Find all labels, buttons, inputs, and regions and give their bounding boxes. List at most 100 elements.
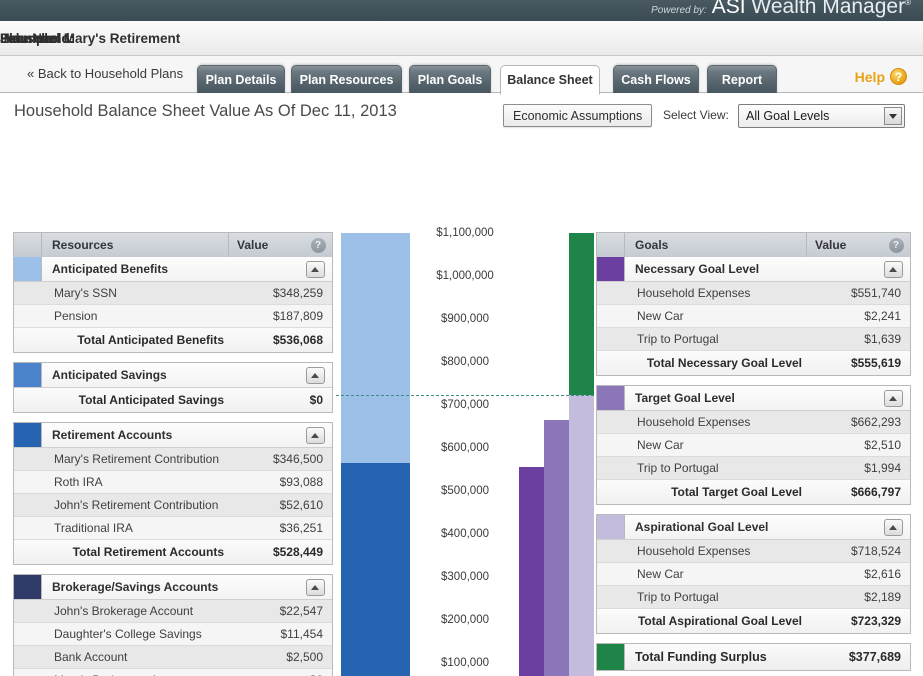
caret-up-icon[interactable]: [306, 579, 325, 596]
goals-bar-target-goal-level[interactable]: [544, 420, 569, 676]
resources-bar-segment[interactable]: [341, 463, 410, 676]
table-row[interactable]: John's Brokerage Account$22,547: [14, 600, 332, 623]
tab-plan-details[interactable]: Plan Details: [197, 65, 285, 94]
row-name: Mary's SSN: [42, 282, 232, 304]
group-color-swatch: [597, 386, 625, 410]
goals-bar-funding-surplus[interactable]: [569, 233, 594, 395]
row-name: Traditional IRA: [42, 517, 232, 539]
table-row[interactable]: Household Expenses$662,293: [597, 411, 910, 434]
table-row[interactable]: Mary's Retirement Contribution$346,500: [14, 448, 332, 471]
row-indent: [14, 669, 42, 676]
table-row[interactable]: John's Retirement Contribution$52,610: [14, 494, 332, 517]
tab-label: Cash Flows: [621, 73, 690, 87]
tab-report[interactable]: Report: [707, 65, 777, 94]
table-row[interactable]: Mary's SSN$348,259: [14, 282, 332, 305]
goals-bar-aspirational-goal-level[interactable]: [569, 395, 594, 676]
group-name: Necessary Goal Level: [625, 257, 876, 281]
group-collapse-cell[interactable]: [298, 423, 332, 447]
group-collapse-cell[interactable]: [298, 575, 332, 599]
powered-by-label: Powered by:: [651, 5, 707, 19]
group-name: Aspirational Goal Level: [625, 515, 876, 539]
economic-assumptions-button[interactable]: Economic Assumptions: [503, 104, 652, 127]
resources-group-header: Anticipated Benefits: [14, 257, 332, 282]
table-row[interactable]: Traditional IRA$36,251: [14, 517, 332, 540]
tab-label: Balance Sheet: [507, 73, 592, 87]
row-value: $187,809: [232, 305, 332, 327]
y-axis-tick-label: $800,000: [415, 356, 515, 368]
leaf-icon: [28, 0, 86, 2]
row-value: $1,639: [810, 328, 910, 350]
row-value: $718,524: [810, 540, 910, 562]
table-row[interactable]: Household Expenses$718,524: [597, 540, 910, 563]
row-value: $2,616: [810, 563, 910, 585]
table-row[interactable]: Daughter's College Savings$11,454: [14, 623, 332, 646]
goals-bar-necessary-goal-level[interactable]: [519, 467, 544, 676]
table-row[interactable]: Trip to Portugal$2,189: [597, 586, 910, 609]
tab-plan-goals[interactable]: Plan Goals: [409, 65, 491, 94]
group-name: Retirement Accounts: [42, 423, 298, 447]
help-link[interactable]: Help ?: [855, 68, 907, 85]
group-total-value: $555,619: [810, 351, 910, 375]
tab-plan-resources[interactable]: Plan Resources: [291, 65, 402, 94]
group-collapse-cell[interactable]: [876, 386, 910, 410]
caret-up-icon[interactable]: [884, 261, 903, 278]
table-row[interactable]: Pension$187,809: [14, 305, 332, 328]
content-area: Household Balance Sheet Value As Of Dec …: [0, 93, 923, 676]
row-name: Household Expenses: [625, 282, 810, 304]
tab-balance-sheet[interactable]: Balance Sheet: [500, 65, 600, 95]
back-to-household-plans-link[interactable]: « Back to Household Plans: [27, 66, 183, 81]
table-row[interactable]: Mary's Brokerage Account$0: [14, 669, 332, 676]
row-value: $346,500: [232, 448, 332, 470]
table-row[interactable]: New Car$2,616: [597, 563, 910, 586]
row-indent: [14, 328, 42, 352]
group-color-swatch: [597, 515, 625, 539]
value-help-cell[interactable]: ?: [304, 233, 332, 257]
table-row[interactable]: Household Expenses$551,740: [597, 282, 910, 305]
caret-up-icon[interactable]: [306, 427, 325, 444]
caret-up-icon[interactable]: [884, 519, 903, 536]
group-total-value: $528,449: [232, 540, 332, 564]
resources-stacked-bar[interactable]: [341, 233, 410, 676]
goals-group-header: Necessary Goal Level: [597, 257, 910, 282]
group-collapse-cell[interactable]: [298, 257, 332, 281]
row-value: $2,189: [810, 586, 910, 608]
value-help-cell[interactable]: ?: [882, 233, 910, 257]
row-indent: [597, 563, 625, 585]
table-row[interactable]: New Car$2,241: [597, 305, 910, 328]
row-name: New Car: [625, 563, 810, 585]
resources-panel: ResourcesValue?Anticipated BenefitsMary'…: [13, 232, 333, 676]
group-collapse-cell[interactable]: [876, 257, 910, 281]
row-indent: [14, 282, 42, 304]
y-axis-tick-label: $300,000: [415, 571, 515, 583]
total-funding-surplus-value: $377,689: [810, 644, 910, 670]
table-row[interactable]: Roth IRA$93,088: [14, 471, 332, 494]
group-collapse-cell[interactable]: [298, 363, 332, 387]
table-row[interactable]: Trip to Portugal$1,994: [597, 457, 910, 480]
table-row[interactable]: New Car$2,510: [597, 434, 910, 457]
goals-group-table: Aspirational Goal LevelHousehold Expense…: [596, 514, 911, 634]
resources-group-table: Retirement AccountsMary's Retirement Con…: [13, 422, 333, 565]
row-value: $551,740: [810, 282, 910, 304]
row-value: $2,241: [810, 305, 910, 327]
group-collapse-cell[interactable]: [876, 515, 910, 539]
tab-cash-flows[interactable]: Cash Flows: [613, 65, 699, 94]
row-name: Daughter's College Savings: [42, 623, 232, 645]
row-name: Trip to Portugal: [625, 586, 810, 608]
asi-registered: ®: [905, 0, 911, 7]
caret-up-icon[interactable]: [306, 261, 325, 278]
row-value: $0: [232, 669, 332, 676]
select-view-dropdown[interactable]: All Goal Levels: [738, 104, 905, 128]
name-column-header: Goals: [625, 233, 806, 257]
caret-up-icon[interactable]: [884, 390, 903, 407]
value-column-header: Value: [806, 233, 882, 257]
row-indent: [597, 480, 625, 504]
resources-bar-segment[interactable]: [341, 233, 410, 463]
group-color-swatch: [14, 423, 42, 447]
select-view-label: Select View:: [663, 108, 729, 122]
caret-up-icon[interactable]: [306, 367, 325, 384]
value-column-header: Value: [228, 233, 304, 257]
resources-column-header: ResourcesValue?: [14, 233, 332, 257]
tab-label: Plan Resources: [300, 73, 394, 87]
table-row[interactable]: Bank Account$2,500: [14, 646, 332, 669]
table-row[interactable]: Trip to Portugal$1,639: [597, 328, 910, 351]
